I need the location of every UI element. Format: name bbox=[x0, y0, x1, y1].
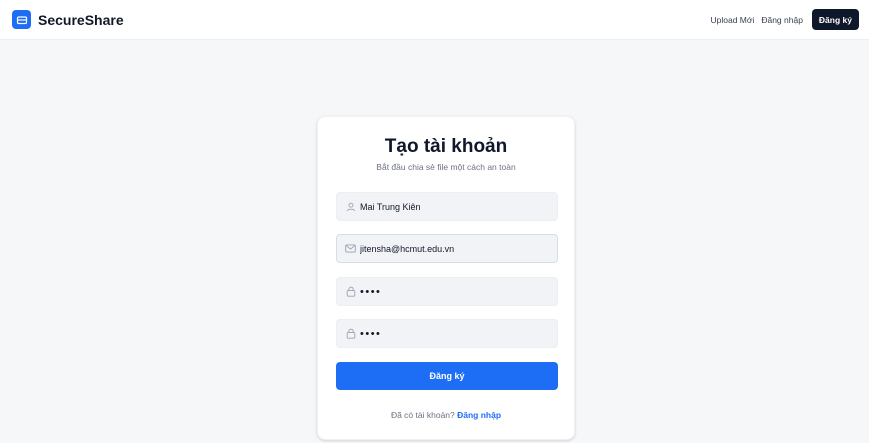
card-subtitle: Bắt đầu chia sẻ file một cách an toàn bbox=[376, 162, 516, 172]
lock-icon bbox=[345, 328, 356, 339]
password-input[interactable] bbox=[360, 285, 550, 298]
login-prompt: Đã có tài khoản? Đăng nhập bbox=[318, 410, 574, 420]
login-prompt-text: Đã có tài khoản? bbox=[390, 410, 455, 420]
confirm-password-input[interactable] bbox=[360, 327, 550, 340]
mail-icon bbox=[345, 243, 356, 254]
password-field[interactable] bbox=[336, 277, 558, 306]
top-navbar: SecureShare Upload Mới Đăng nhập Đăng ký bbox=[0, 0, 869, 40]
login-link[interactable]: Đăng nhập bbox=[457, 410, 501, 420]
user-icon bbox=[345, 201, 356, 212]
nav-register-button[interactable]: Đăng ký bbox=[811, 9, 859, 30]
name-input[interactable] bbox=[360, 201, 550, 212]
confirm-password-field[interactable] bbox=[336, 319, 558, 348]
nav-links: Upload Mới Đăng nhập Đăng ký bbox=[710, 9, 859, 30]
brand[interactable]: SecureShare bbox=[12, 10, 124, 29]
email-input[interactable] bbox=[360, 243, 550, 254]
nav-login-link[interactable]: Đăng nhập bbox=[761, 15, 803, 25]
logo-icon bbox=[12, 10, 31, 29]
card-title: Tạo tài khoản bbox=[384, 136, 508, 157]
register-submit-button[interactable]: Đăng ký bbox=[336, 362, 558, 390]
register-card: Tạo tài khoản Bắt đầu chia sẻ file một c… bbox=[317, 116, 575, 440]
email-field[interactable] bbox=[336, 234, 558, 263]
brand-name: SecureShare bbox=[38, 11, 124, 28]
nav-upload-link[interactable]: Upload Mới bbox=[710, 15, 754, 25]
lock-icon bbox=[345, 286, 356, 297]
name-field[interactable] bbox=[336, 192, 558, 221]
